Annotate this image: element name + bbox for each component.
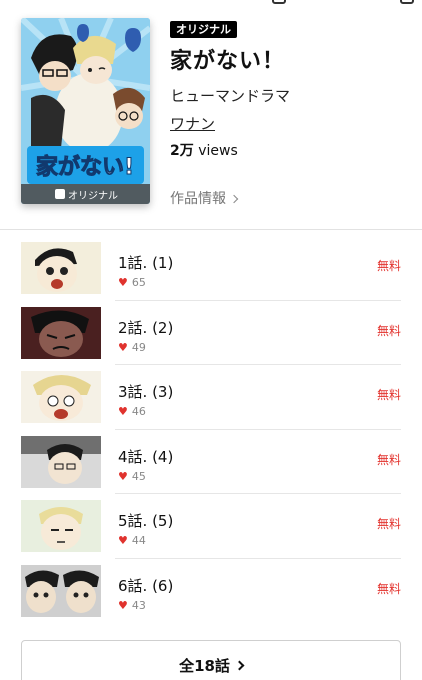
episode-like-count: 49 [131,340,146,354]
episode-like-count: 46 [131,405,146,418]
episode-thumbnail [21,371,101,423]
episode-row[interactable]: 5話. (5) ♥ 44 無料 [0,494,422,559]
heart-icon: ♥ [118,534,128,547]
menu-icon[interactable] [400,0,414,4]
heart-icon: ♥ [118,598,128,612]
episode-thumbnail [21,564,101,617]
episode-row[interactable]: 4話. (4) ♥ 45 無料 [0,430,422,494]
episode-title: 1話. (1) [118,254,174,272]
cover-logo-text: 家がない! [36,154,134,180]
series-header: 家がない! オリジナル オリジナル 家がない！ ヒューマンドラマ ワナン 2万 … [0,16,422,212]
series-info: オリジナル 家がない！ ヒューマンドラマ ワナン 2万 views [170,18,410,160]
episode-price: 無料 [376,452,401,467]
episode-title: 3話. (3) [118,383,174,401]
episode-price: 無料 [376,517,401,531]
episode-title: 5話. (5) [118,512,174,530]
episode-price: 無料 [376,259,401,273]
series-cover-image[interactable]: 家がない! オリジナル [21,18,150,204]
episode-like-count: 44 [131,534,146,547]
episode-title: 2話. (2) [118,318,174,337]
views-unit: views [193,143,238,159]
chevron-right-icon [234,660,245,670]
original-mark-icon [55,189,65,199]
series-views: 2万 views [170,140,410,160]
episode-row[interactable]: 6話. (6) ♥ 43 無料 [0,559,422,624]
series-info-label: 作品情報 [170,191,226,207]
all-episodes-label: 全18話 [179,656,230,675]
heart-icon: ♥ [118,405,128,418]
episode-thumbnail [21,306,101,359]
series-title: 家がない！ [170,49,286,74]
heart-icon: ♥ [118,276,128,289]
episode-like-count: 65 [131,276,146,289]
episode-title: 6話. (6) [118,576,174,595]
original-badge: オリジナル [170,21,237,38]
episode-thumbnail [21,242,101,294]
episode-list: 1話. (1) ♥ 65 無料 2話. (2) ♥ 49 無料 3話. (3) ♥ 4… [0,236,422,623]
chevron-right-icon [229,194,239,204]
episode-likes: ♥ 65 [118,276,146,289]
episode-price: 無料 [376,388,401,402]
episode-row[interactable]: 1話. (1) ♥ 65 無料 [0,236,422,301]
episode-likes: ♥ 49 [118,341,146,354]
series-author-link[interactable]: ワナン [170,113,215,134]
episode-price: 無料 [376,323,401,338]
cover-badge-label: オリジナル [68,190,118,202]
series-genre[interactable]: ヒューマンドラマ [170,85,410,106]
episode-like-count: 43 [131,598,146,612]
episode-thumbnail [21,500,101,552]
episode-likes: ♥ 45 [118,470,146,483]
heart-icon: ♥ [118,340,128,354]
episode-price: 無料 [376,581,401,596]
episode-likes: ♥ 43 [118,599,146,612]
episode-likes: ♥ 46 [118,405,146,418]
episode-row[interactable]: 2話. (2) ♥ 49 無料 [0,301,422,365]
heart-icon: ♥ [118,469,128,483]
episode-title: 4話. (4) [118,447,174,466]
episode-thumbnail [21,435,101,488]
cover-original-badge: オリジナル [21,184,150,204]
header-divider [0,229,422,230]
episode-likes: ♥ 44 [118,534,146,547]
cover-art: 家がない! [21,18,150,204]
episode-like-count: 45 [131,469,146,483]
episode-row[interactable]: 3話. (3) ♥ 46 無料 [0,365,422,430]
bookmark-icon[interactable] [272,0,286,4]
series-info-link[interactable]: 作品情報 [170,188,239,208]
views-count: 2万 [170,143,194,159]
all-episodes-button[interactable]: 全18話 [21,640,401,680]
top-toolbar-partial [0,0,422,6]
